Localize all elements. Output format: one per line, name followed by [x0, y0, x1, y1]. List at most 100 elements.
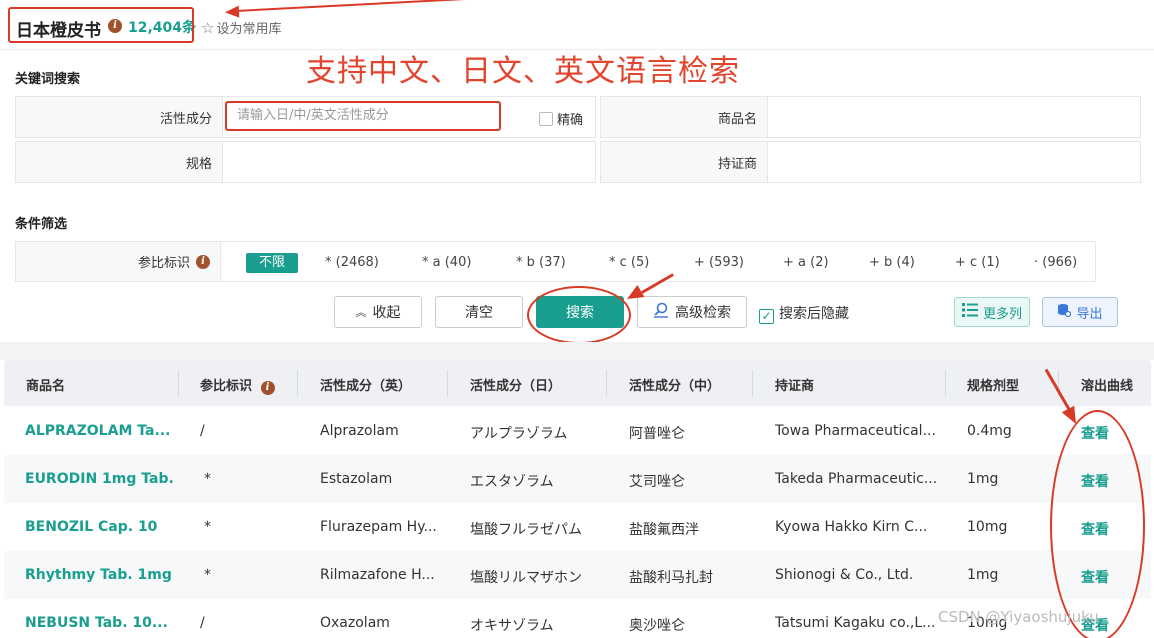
holder: Kyowa Hakko Kirn C... [775, 519, 928, 535]
filter-option[interactable]: + (593) [694, 255, 744, 270]
list-icon [961, 303, 978, 321]
spec: 10mg [967, 519, 1008, 535]
ingredient-jp: アルプラゾラム [470, 426, 568, 442]
filter-option[interactable]: * (2468) [325, 255, 379, 270]
check-icon: ✓ [759, 309, 774, 324]
spec-input[interactable] [223, 141, 596, 183]
spec: 1mg [967, 471, 999, 487]
hide-after-search-label: 搜索后隐藏 [779, 306, 849, 322]
column-header-label: 参比标识 [200, 379, 253, 394]
ingredient-jp: 塩酸リルマザホン [470, 570, 582, 586]
ingredient-jp: 塩酸フルラゼパム [470, 522, 582, 538]
column-header[interactable]: 持证商 [775, 375, 814, 394]
annotation-arrowhead [224, 5, 240, 19]
advanced-search-label: 高级检索 [675, 305, 731, 321]
column-header[interactable]: 规格剂型 [967, 375, 1019, 394]
exact-label: 精确 [557, 113, 584, 128]
table-row: BENOZIL Cap. 10 * Flurazepam Hy... 塩酸フルラ… [4, 503, 1151, 551]
star-icon: ☆ [201, 19, 215, 37]
filter-option[interactable]: + c (1) [955, 255, 1000, 270]
collapse-button[interactable]: ︽ 收起 [334, 296, 422, 328]
ingredient-en: Alprazolam [320, 423, 399, 439]
page: 日本橙皮书 i 12,404条 ☆ 设为常用库 支持中文、日文、英文语言检索 关键… [0, 0, 1154, 638]
advanced-search-icon [653, 302, 669, 322]
column-header[interactable]: 参比标识 i [200, 375, 275, 395]
ingredient-cn: 盐酸利马扎封 [629, 570, 713, 586]
reference-mark: / [200, 423, 205, 439]
export-label: 导出 [1076, 306, 1103, 322]
filter-option-all[interactable]: 不限 [246, 253, 298, 273]
reference-mark: * [204, 567, 211, 583]
reference-mark-filter: 参比标识 i 不限 * (2468) * a (40) * b (37) * c… [15, 241, 1096, 282]
filter-options: 不限 * (2468) * a (40) * b (37) * c (5) + … [221, 242, 1095, 281]
product-name-link[interactable]: NEBUSN Tab. 10... [25, 615, 175, 631]
holder: Towa Pharmaceutical... [775, 423, 936, 439]
spec: 1mg [967, 567, 999, 583]
ingredient-en: Oxazolam [320, 615, 390, 631]
product-name-input[interactable] [768, 96, 1141, 138]
table-row: ALPRAZOLAM Ta... / Alprazolam アルプラゾラム 阿普… [4, 407, 1151, 455]
column-divider [752, 370, 753, 396]
exact-checkbox[interactable]: 精确 [539, 109, 583, 128]
filter-option[interactable]: + b (4) [869, 255, 915, 270]
filter-option[interactable]: * b (37) [516, 255, 566, 270]
ingredient-en: Estazolam [320, 471, 393, 487]
product-name-label: 商品名 [600, 96, 768, 138]
product-name-link[interactable]: EURODIN 1mg Tab. [25, 471, 175, 487]
ingredient-cn: 盐酸氟西泮 [629, 522, 699, 538]
ingredient-en: Rilmazafone H... [320, 567, 435, 583]
advanced-search-button[interactable]: 高级检索 [637, 296, 747, 328]
product-name-link[interactable]: ALPRAZOLAM Ta... [25, 423, 175, 439]
favorite-button[interactable]: ☆ 设为常用库 [201, 18, 281, 37]
product-name-link[interactable]: Rhythmy Tab. 1mg [25, 567, 175, 583]
hide-after-search-checkbox[interactable]: ✓ 搜索后隐藏 [759, 303, 849, 324]
column-header[interactable]: 活性成分（中） [629, 375, 720, 394]
ingredient-cn: 艾司唑仑 [629, 474, 685, 490]
database-export-icon [1057, 303, 1072, 321]
section-divider [0, 342, 1154, 360]
column-divider [606, 370, 607, 396]
holder: Takeda Pharmaceutic... [775, 471, 938, 487]
more-columns-label: 更多列 [982, 306, 1022, 322]
column-header[interactable]: 活性成分（日） [470, 375, 561, 394]
annotation-ellipse [527, 286, 631, 344]
export-button[interactable]: 导出 [1042, 297, 1118, 327]
filter-option[interactable]: * a (40) [422, 255, 471, 270]
reference-mark: * [204, 471, 211, 487]
filter-option[interactable]: + a (2) [783, 255, 829, 270]
holder: Tatsumi Kagaku co.,L... [775, 615, 936, 631]
filter-option[interactable]: · (966) [1034, 255, 1077, 270]
checkbox-icon [539, 112, 553, 126]
chevron-up-icon: ︽ [355, 306, 367, 319]
table-header: 商品名 参比标识 i 活性成分（英） 活性成分（日） 活性成分（中） 持证商 规… [4, 360, 1151, 406]
clear-button[interactable]: 清空 [435, 296, 523, 328]
column-divider [178, 370, 179, 396]
collapse-label: 收起 [372, 305, 401, 321]
holder-label: 持证商 [600, 141, 768, 183]
filter-option[interactable]: * c (5) [609, 255, 649, 270]
column-divider [297, 370, 298, 396]
annotation-ellipse [1050, 410, 1145, 638]
form-row-2: 规格 持证商 [15, 141, 1141, 183]
active-ingredient-input[interactable]: 请输入日/中/英文活性成分 [225, 101, 501, 131]
favorite-label: 设为常用库 [216, 22, 282, 37]
form-row-1: 活性成分 请输入日/中/英文活性成分 精确 商品名 [15, 96, 1141, 138]
column-header[interactable]: 活性成分（英） [320, 375, 411, 394]
product-name-link[interactable]: BENOZIL Cap. 10 [25, 519, 175, 535]
active-ingredient-cell: 请输入日/中/英文活性成分 精确 [223, 96, 596, 138]
info-icon[interactable]: i [260, 381, 275, 395]
annotation-box [8, 7, 194, 43]
column-divider [945, 370, 946, 396]
ingredient-cn: 奥沙唑仑 [629, 618, 685, 634]
column-header[interactable]: 溶出曲线 [1081, 375, 1133, 394]
keyword-search-title: 关键词搜索 [15, 72, 81, 87]
ingredient-jp: エスタゾラム [470, 474, 554, 490]
more-columns-button[interactable]: 更多列 [954, 297, 1030, 327]
holder-input[interactable] [768, 141, 1141, 183]
reference-mark: * [204, 519, 211, 535]
info-icon[interactable]: i [196, 254, 210, 269]
column-header[interactable]: 商品名 [26, 375, 65, 394]
reference-mark-text: 参比标识 [137, 256, 190, 271]
spec-label: 规格 [15, 141, 223, 183]
holder: Shionogi & Co., Ltd. [775, 567, 914, 583]
